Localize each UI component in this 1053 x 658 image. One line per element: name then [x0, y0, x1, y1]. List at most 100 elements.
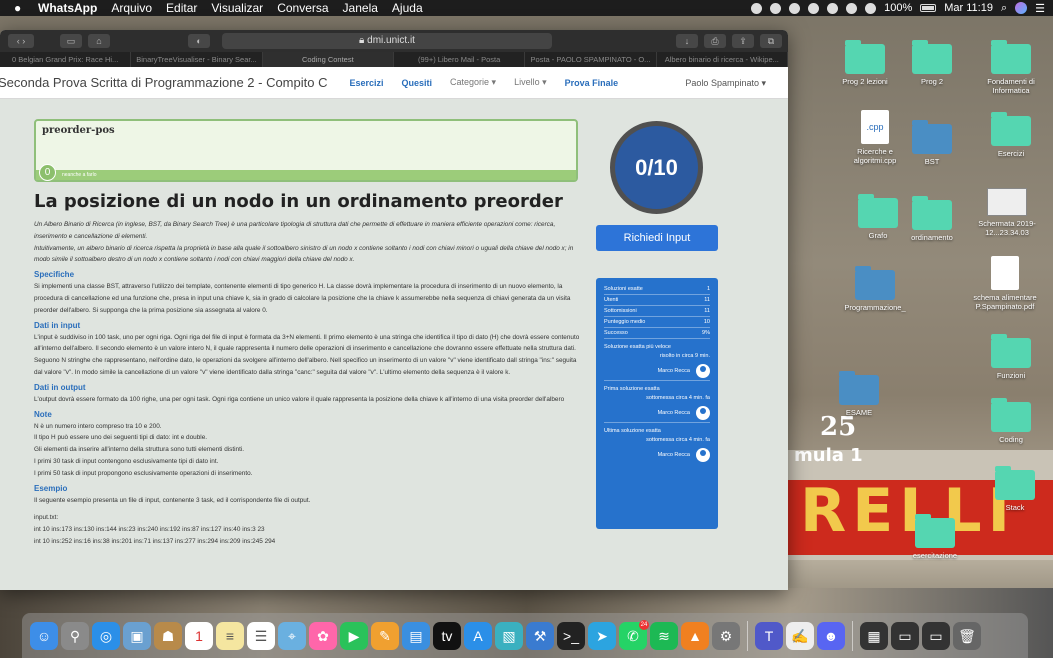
tab-visualiser[interactable]: BinaryTreeVisualiser - Binary Sear... — [131, 52, 263, 67]
last-user[interactable]: Marco Recca — [604, 445, 710, 465]
notes-icon[interactable]: ≡ — [216, 621, 244, 650]
maps-icon[interactable]: ⌖ — [278, 621, 306, 650]
heading-specifiche: Specifiche — [34, 270, 75, 280]
record-icon[interactable] — [751, 2, 763, 14]
print-icon[interactable]: ⎙ — [704, 34, 726, 48]
icon-label: Funzioni — [996, 371, 1026, 380]
nav-livello[interactable]: Livello ▾ — [514, 77, 547, 88]
menu-editar[interactable]: Editar — [166, 1, 197, 15]
siri-icon[interactable] — [1015, 2, 1028, 14]
site-brand[interactable]: Seconda Prova Scritta di Programmazione … — [0, 75, 327, 90]
tab-libero[interactable]: (99+) Libero Mail - Posta — [394, 52, 526, 67]
clock[interactable]: Mar 11:19 — [944, 2, 993, 14]
fastest-user[interactable]: Marco Recca — [604, 361, 710, 381]
system-preferences-icon[interactable]: ⚙ — [712, 621, 740, 650]
terminal-icon[interactable]: >_ — [557, 621, 585, 650]
tabs-overview-icon[interactable]: ⧉ — [760, 34, 782, 48]
eye-icon[interactable] — [789, 2, 801, 14]
menu-conversa[interactable]: Conversa — [277, 1, 328, 15]
window-thumbnail-icon[interactable]: ▭ — [891, 621, 919, 650]
launchpad-icon[interactable]: ⚲ — [61, 621, 89, 650]
search-icon[interactable]: ⌕ — [1001, 2, 1007, 15]
user-name: Marco Recca — [657, 367, 690, 374]
virtualbox-icon[interactable]: ▧ — [495, 621, 523, 650]
icon-label: Prog 2 lezioni — [842, 77, 888, 86]
stat-label: Soluzioni esatte — [604, 286, 643, 292]
app-store-icon[interactable]: A — [464, 621, 492, 650]
textedit-icon[interactable]: ✍ — [786, 621, 814, 650]
spotify-icon[interactable]: ≋ — [650, 621, 678, 650]
tab-wikipedia[interactable]: Albero binario di ricerca - Wikipe... — [657, 52, 788, 67]
nav-categorie[interactable]: Categorie ▾ — [450, 77, 496, 88]
nav-quesiti[interactable]: Quesiti — [402, 78, 433, 88]
pages-icon[interactable]: ✎ — [371, 621, 399, 650]
first-label: Prima soluzione esatta — [604, 386, 660, 392]
wifi-icon[interactable] — [846, 2, 858, 14]
tv-icon[interactable]: tv — [433, 621, 461, 650]
desktop-folder-esame[interactable]: ESAME — [824, 371, 894, 417]
nav-prova-finale[interactable]: Prova Finale — [565, 78, 619, 88]
xcode-icon[interactable]: ⚒ — [526, 621, 554, 650]
tab-posta[interactable]: Posta - PAOLO SPAMPINATO - O... — [525, 52, 657, 67]
stat-label: Sottomissioni — [604, 308, 637, 314]
desktop-folder-bst[interactable]: BST — [897, 120, 967, 166]
desktop-folder-prog2-lezioni[interactable]: Prog 2 lezioni — [830, 40, 900, 86]
address-bar[interactable]: 🔒︎ dmi.unict.it — [222, 33, 552, 49]
menu-app[interactable]: WhatsApp — [38, 1, 97, 15]
download-icon[interactable]: ↓ — [676, 34, 698, 48]
first-user[interactable]: Marco Recca — [604, 403, 710, 423]
desktop-folder-funzioni[interactable]: Funzioni — [976, 334, 1046, 380]
sidebar-icon[interactable]: ▭ — [60, 34, 82, 48]
icon-label: Programmazione_ — [844, 303, 906, 312]
desktop-file-screenshot[interactable]: Schermata 2019-12...23.34.03 — [972, 188, 1042, 237]
back-forward-buttons[interactable]: ‹ › — [8, 34, 34, 48]
bluetooth-icon[interactable] — [827, 2, 839, 14]
tab-coding-contest[interactable]: Coding Contest — [262, 52, 394, 67]
desktop-file-pdf[interactable]: schema alimentare P.Spampinato.pdf — [970, 256, 1040, 311]
volume-icon[interactable] — [865, 2, 877, 14]
avatar — [696, 448, 710, 462]
downloads-stack-icon[interactable]: ▦ — [860, 621, 888, 650]
home-icon[interactable]: ⌂ — [88, 34, 110, 48]
desktop-folder-ordinamento[interactable]: ordinamento — [897, 196, 967, 242]
mail-icon[interactable] — [808, 2, 820, 14]
telegram-icon[interactable]: ➤ — [588, 621, 616, 650]
calendar-icon[interactable]: 1 — [185, 621, 213, 650]
battery-icon[interactable] — [920, 4, 937, 12]
teams-icon[interactable]: T — [755, 621, 783, 650]
nav-esercizi[interactable]: Esercizi — [349, 78, 383, 88]
discord-icon[interactable]: ☻ — [817, 621, 845, 650]
control-center-icon[interactable]: ☰ — [1035, 2, 1045, 15]
desktop-folder-programmazione[interactable]: Programmazione_ — [840, 266, 910, 312]
desktop-folder-fondamenti[interactable]: Fondamenti di Informatica — [976, 40, 1046, 95]
share-icon[interactable]: ⇪ — [732, 34, 754, 48]
whatsapp-icon[interactable]: ✆ 24 — [619, 619, 649, 650]
vlc-icon[interactable]: ▲ — [681, 621, 709, 650]
reminders-icon[interactable]: ☰ — [247, 621, 275, 650]
menu-ajuda[interactable]: Ajuda — [392, 1, 423, 15]
menu-arquivo[interactable]: Arquivo — [111, 1, 152, 15]
desktop-folder-prog2[interactable]: Prog 2 — [897, 40, 967, 86]
keynote-icon[interactable]: ▤ — [402, 621, 430, 650]
safari-icon[interactable]: ◎ — [92, 621, 120, 650]
preview-icon[interactable]: ▣ — [123, 621, 151, 650]
tab-race[interactable]: 0 Belgian Grand Prix: Race Hi... — [0, 52, 132, 67]
window-thumbnail-icon[interactable]: ▭ — [922, 621, 950, 650]
contacts-icon[interactable]: ☗ — [154, 621, 182, 650]
menu-janela[interactable]: Janela — [343, 1, 378, 15]
request-input-button[interactable]: Richiedi Input — [596, 225, 718, 251]
desktop-folder-stack[interactable]: Stack — [980, 466, 1050, 512]
apple-icon[interactable]: ● — [14, 1, 26, 15]
stat-value: 11 — [704, 308, 710, 314]
finder-icon[interactable]: ☺ — [30, 621, 58, 650]
user-menu[interactable]: Paolo Spampinato ▾ — [685, 78, 766, 89]
trash-icon[interactable]: 🗑︎ — [953, 621, 981, 650]
menu-visualizar[interactable]: Visualizar — [211, 1, 263, 15]
vpn-icon[interactable] — [770, 2, 782, 14]
facetime-icon[interactable]: ▶ — [340, 621, 368, 650]
desktop-folder-esercitazione[interactable]: esercitazione — [900, 514, 970, 560]
desktop-folder-coding[interactable]: Coding — [976, 398, 1046, 444]
photos-icon[interactable]: ✿ — [309, 621, 337, 650]
extension-icon[interactable]: ◐ — [188, 34, 210, 48]
desktop-folder-esercizi[interactable]: Esercizi — [976, 112, 1046, 158]
